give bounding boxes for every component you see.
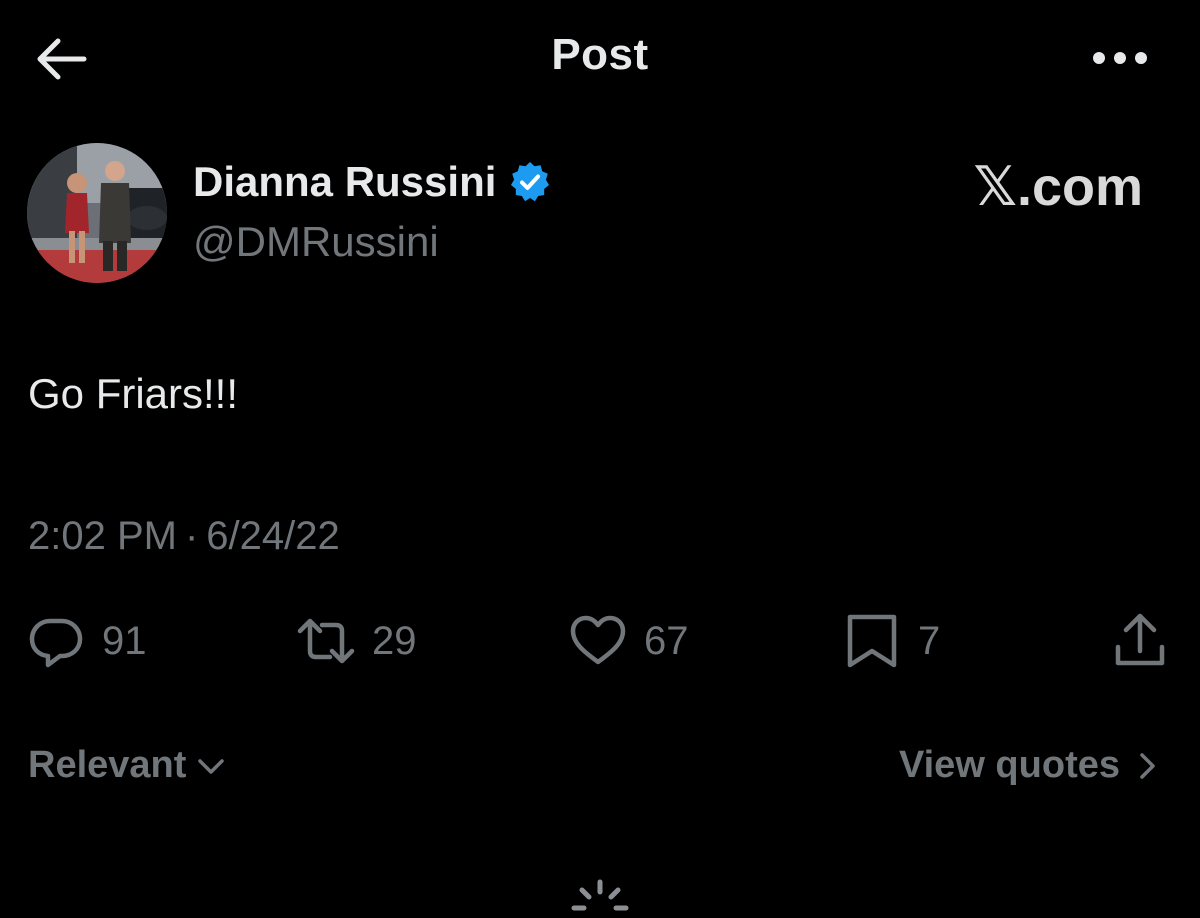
- avatar[interactable]: [27, 143, 167, 283]
- repost-count: 29: [372, 618, 417, 663]
- avatar-photo: [27, 143, 167, 283]
- spinner-icon: [571, 879, 629, 911]
- post-date: 6/24/22: [206, 514, 340, 558]
- view-quotes-label: View quotes: [898, 744, 1120, 786]
- reply-button[interactable]: 91: [26, 612, 147, 670]
- share-icon: [1115, 613, 1165, 666]
- x-com-watermark: 𝕏.com: [973, 157, 1143, 217]
- reply-count: 91: [102, 618, 147, 663]
- post-text: Go Friars!!!: [28, 370, 239, 417]
- heart-icon: [570, 615, 626, 665]
- more-button[interactable]: [1090, 40, 1150, 76]
- post-time: 2:02 PM: [28, 514, 177, 558]
- bookmark-count: 7: [918, 618, 941, 663]
- author-handle[interactable]: @DMRussini: [193, 218, 439, 266]
- chevron-right-icon: [1140, 752, 1155, 779]
- more-horizontal-icon: [1093, 52, 1147, 64]
- share-button[interactable]: [1110, 612, 1170, 670]
- chevron-down-icon: [198, 758, 225, 774]
- like-button[interactable]: 67: [568, 612, 689, 670]
- verified-badge-icon: [511, 162, 550, 202]
- bookmark-button[interactable]: 7: [842, 612, 940, 670]
- reply-icon: [29, 618, 83, 668]
- post-screen: Post Dianna Russini @DMRussini 𝕏.com Go …: [0, 0, 1200, 918]
- repost-button[interactable]: 29: [296, 612, 417, 670]
- post-timestamp: 2:02 PM · 6/24/22: [28, 514, 340, 559]
- like-count: 67: [644, 618, 689, 663]
- timestamp-separator: ·: [184, 514, 199, 558]
- repost-icon: [297, 618, 355, 664]
- author-name-row[interactable]: Dianna Russini: [193, 158, 552, 206]
- page-title: Post: [551, 30, 649, 79]
- view-quotes-link[interactable]: View quotes: [899, 744, 1164, 787]
- sort-replies-button[interactable]: Relevant: [28, 744, 228, 787]
- bookmark-icon: [847, 614, 897, 668]
- sort-label: Relevant: [28, 744, 187, 786]
- author-name: Dianna Russini: [193, 158, 497, 205]
